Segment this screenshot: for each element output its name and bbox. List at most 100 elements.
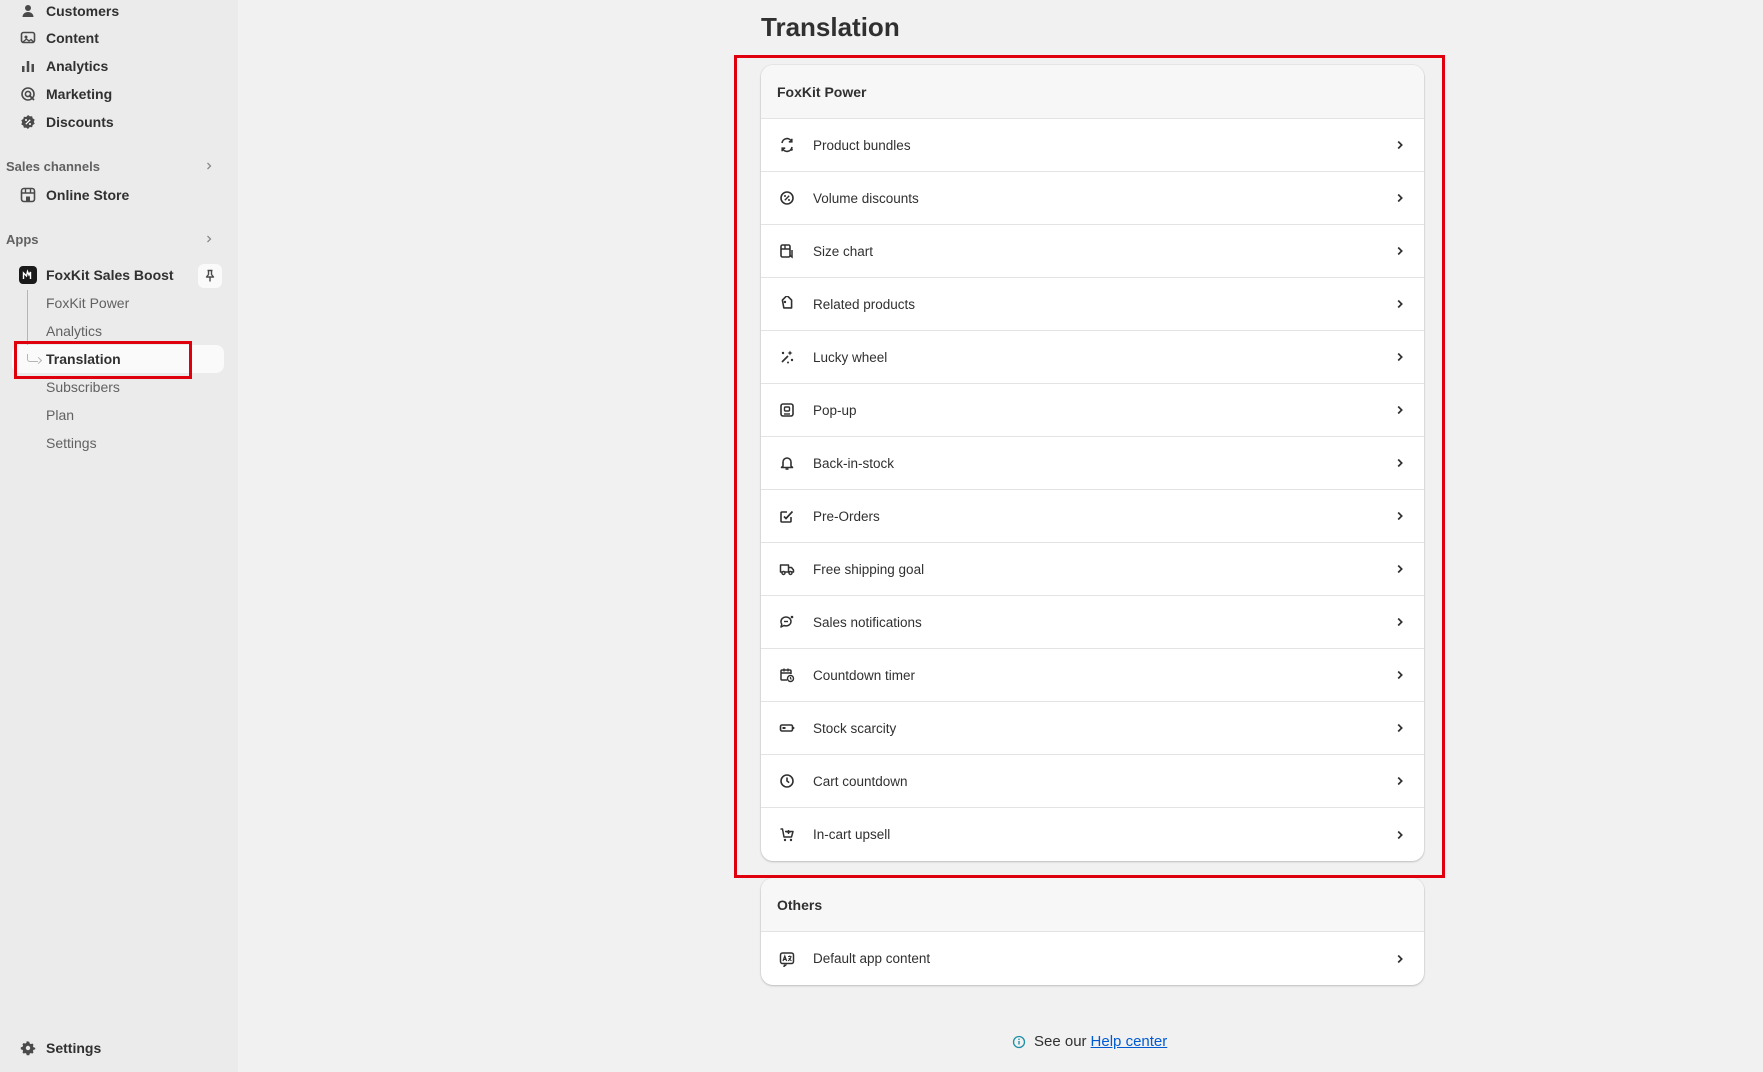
nav-item-online-store[interactable]: Online Store (18, 182, 129, 208)
clock-icon (777, 771, 797, 791)
help-footer: See our Help center (1012, 1033, 1167, 1050)
row-label: Default app content (813, 951, 931, 966)
card-heading: Others (761, 878, 1424, 932)
row-product-bundles[interactable]: Product bundles (761, 119, 1424, 172)
sub-item-plan[interactable]: Plan (46, 403, 74, 427)
row-label: Stock scarcity (813, 720, 897, 736)
row-countdown-timer[interactable]: Countdown timer (761, 649, 1424, 702)
popup-icon (777, 400, 797, 420)
nav-item-settings[interactable]: Settings (18, 1035, 101, 1061)
sub-item-label: FoxKit Power (46, 295, 130, 311)
chevron-right-icon (204, 159, 214, 174)
truck-icon (777, 559, 797, 579)
row-label: In-cart upsell (813, 827, 891, 842)
tag-icon (777, 294, 797, 314)
chevron-right-icon (1392, 773, 1408, 789)
size-chart-icon (777, 241, 797, 261)
sub-item-label: Plan (46, 407, 75, 423)
help-center-link[interactable]: Help center (1091, 1033, 1168, 1050)
bundle-icon (777, 135, 797, 155)
nav-label: Online Store (46, 187, 130, 203)
row-label: Pop-up (813, 402, 857, 418)
content-icon (18, 28, 38, 48)
sparkle-icon (777, 347, 797, 367)
row-label: Product bundles (813, 137, 911, 153)
chevron-right-icon (1392, 349, 1408, 365)
chevron-right-icon (1392, 614, 1408, 630)
sales-channels-header[interactable]: Sales channels (6, 155, 218, 177)
row-back-in-stock[interactable]: Back-in-stock (761, 437, 1424, 490)
foxkit-logo-icon (18, 265, 38, 285)
row-label: Cart countdown (813, 773, 908, 789)
pin-icon (203, 269, 217, 283)
sub-item-label: Subscribers (46, 379, 120, 395)
nav-label: Content (46, 30, 99, 46)
pin-app-button[interactable] (198, 264, 222, 288)
nav-item-discounts[interactable]: Discounts (18, 109, 114, 135)
chevron-right-icon (1392, 508, 1408, 524)
row-volume-discounts[interactable]: Volume discounts (761, 172, 1424, 225)
nav-label: Settings (46, 1040, 102, 1056)
order-check-icon (777, 506, 797, 526)
nav-label: Marketing (46, 86, 113, 102)
nav-item-customers[interactable]: Customers (18, 0, 119, 24)
battery-icon (777, 718, 797, 738)
person-icon (18, 1, 38, 21)
nav-label: Customers (46, 3, 120, 19)
row-pop-up[interactable]: Pop-up (761, 384, 1424, 437)
page-title: Translation (761, 12, 900, 42)
discount-badge-icon (777, 188, 797, 208)
row-in-cart-upsell[interactable]: In-cart upsell (761, 808, 1424, 861)
bell-icon (777, 453, 797, 473)
sub-item-settings[interactable]: Settings (46, 431, 97, 455)
sub-item-subscribers[interactable]: Subscribers (46, 375, 120, 399)
chat-icon (777, 612, 797, 632)
row-label: Volume discounts (813, 190, 919, 206)
chevron-right-icon (1392, 402, 1408, 418)
chevron-right-icon (1392, 296, 1408, 312)
apps-header[interactable]: Apps (6, 228, 218, 250)
row-related-products[interactable]: Related products (761, 278, 1424, 331)
discount-icon (18, 112, 38, 132)
row-label: Free shipping goal (813, 561, 925, 577)
row-default-app-content[interactable]: Default app content (761, 932, 1424, 985)
sub-item-foxkit-power[interactable]: FoxKit Power (46, 291, 129, 315)
row-label: Back-in-stock (813, 455, 895, 471)
row-free-shipping-goal[interactable]: Free shipping goal (761, 543, 1424, 596)
target-icon (18, 84, 38, 104)
sub-item-analytics[interactable]: Analytics (46, 319, 102, 343)
row-size-chart[interactable]: Size chart (761, 225, 1424, 278)
row-lucky-wheel[interactable]: Lucky wheel (761, 331, 1424, 384)
row-cart-countdown[interactable]: Cart countdown (761, 755, 1424, 808)
row-label: Related products (813, 296, 916, 312)
row-stock-scarcity[interactable]: Stock scarcity (761, 702, 1424, 755)
chevron-right-icon (1392, 667, 1408, 683)
row-label: Countdown timer (813, 667, 916, 683)
chevron-right-icon (1392, 720, 1408, 736)
row-label: Lucky wheel (813, 349, 888, 365)
row-pre-orders[interactable]: Pre-Orders (761, 490, 1424, 543)
row-label: Size chart (813, 243, 874, 259)
nav-label: Discounts (46, 114, 114, 130)
nav-item-marketing[interactable]: Marketing (18, 81, 112, 107)
section-label: Sales channels (6, 158, 100, 174)
row-sales-notifications[interactable]: Sales notifications (761, 596, 1424, 649)
chevron-right-icon (1392, 190, 1408, 206)
cart-plus-icon (777, 825, 797, 845)
store-icon (18, 185, 38, 205)
translate-icon (777, 949, 797, 969)
sub-item-translation[interactable]: Translation (46, 347, 121, 371)
bar-chart-icon (18, 56, 38, 76)
calendar-clock-icon (777, 665, 797, 685)
nav-item-analytics[interactable]: Analytics (18, 53, 108, 79)
sub-item-label: Analytics (46, 323, 103, 339)
foxkit-power-card: FoxKit Power Product bundles Volume disc… (761, 65, 1424, 861)
row-label: Pre-Orders (813, 508, 880, 524)
section-label: Apps (6, 231, 39, 247)
nav-item-content[interactable]: Content (18, 25, 99, 51)
sub-item-label: Translation (46, 351, 121, 367)
app-foxkit-sales-boost[interactable]: FoxKit Sales Boost (18, 262, 174, 288)
gear-icon (18, 1038, 38, 1058)
chevron-right-icon (1392, 243, 1408, 259)
nav-label: Analytics (46, 58, 109, 74)
